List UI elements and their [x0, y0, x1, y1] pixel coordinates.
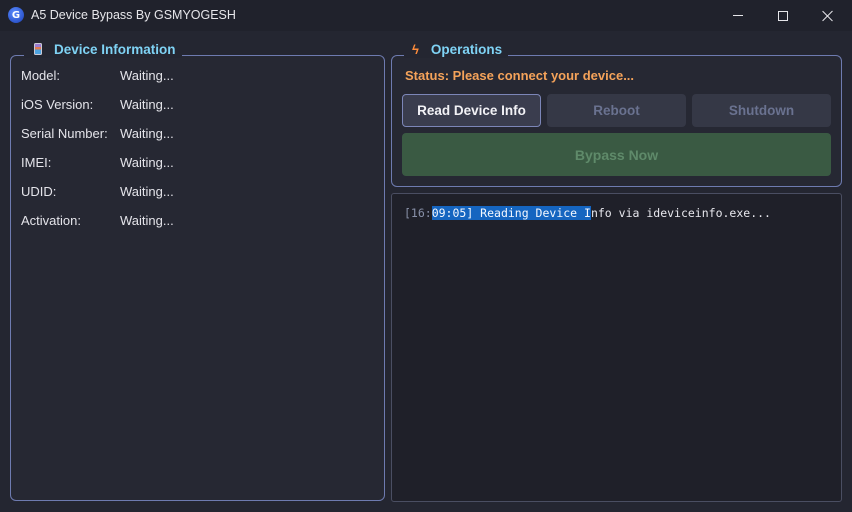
app-logo-icon: G [8, 7, 24, 23]
maximize-button[interactable] [760, 0, 806, 31]
maximize-icon [778, 10, 788, 21]
model-value: Waiting... [120, 68, 174, 83]
operations-legend: ϟ Operations [404, 40, 509, 58]
imei-label: IMEI: [21, 155, 52, 170]
activation-label: Activation: [21, 213, 81, 228]
log-selected-text: 09:05] Reading Device I [431, 206, 591, 220]
udid-label: UDID: [21, 184, 57, 199]
shutdown-button[interactable]: Shutdown [692, 94, 831, 127]
imei-value: Waiting... [120, 155, 174, 170]
minimize-button[interactable] [715, 0, 761, 31]
minimize-icon [733, 15, 743, 16]
close-icon [822, 10, 834, 22]
log-timestamp-prefix: [16: [404, 206, 432, 220]
model-label: Model: [21, 68, 61, 83]
reboot-button[interactable]: Reboot [547, 94, 686, 127]
device-info-title: Device Information [54, 41, 176, 57]
bypass-now-button[interactable]: Bypass Now [402, 133, 831, 176]
serial-number-label: Serial Number: [21, 126, 108, 141]
log-line-rest: nfo via ideviceinfo.exe... [590, 206, 771, 220]
device-info-legend: Device Information [24, 40, 182, 58]
close-button[interactable] [805, 0, 851, 31]
lightning-icon: ϟ [412, 41, 419, 57]
device-info-group [10, 55, 385, 501]
log-output[interactable]: [16:09:05] Reading Device Info via idevi… [391, 193, 842, 502]
phone-icon [34, 43, 42, 55]
status-text: Status: Please connect your device... [405, 68, 635, 83]
read-device-info-button[interactable]: Read Device Info [402, 94, 541, 127]
operations-title: Operations [430, 41, 503, 57]
ios-version-label: iOS Version: [21, 97, 94, 112]
activation-value: Waiting... [120, 213, 174, 228]
window-title: A5 Device Bypass By GSMYOGESH [31, 8, 236, 22]
title-bar: G A5 Device Bypass By GSMYOGESH [0, 0, 852, 31]
udid-value: Waiting... [120, 184, 174, 199]
ios-version-value: Waiting... [120, 97, 174, 112]
serial-number-value: Waiting... [120, 126, 174, 141]
